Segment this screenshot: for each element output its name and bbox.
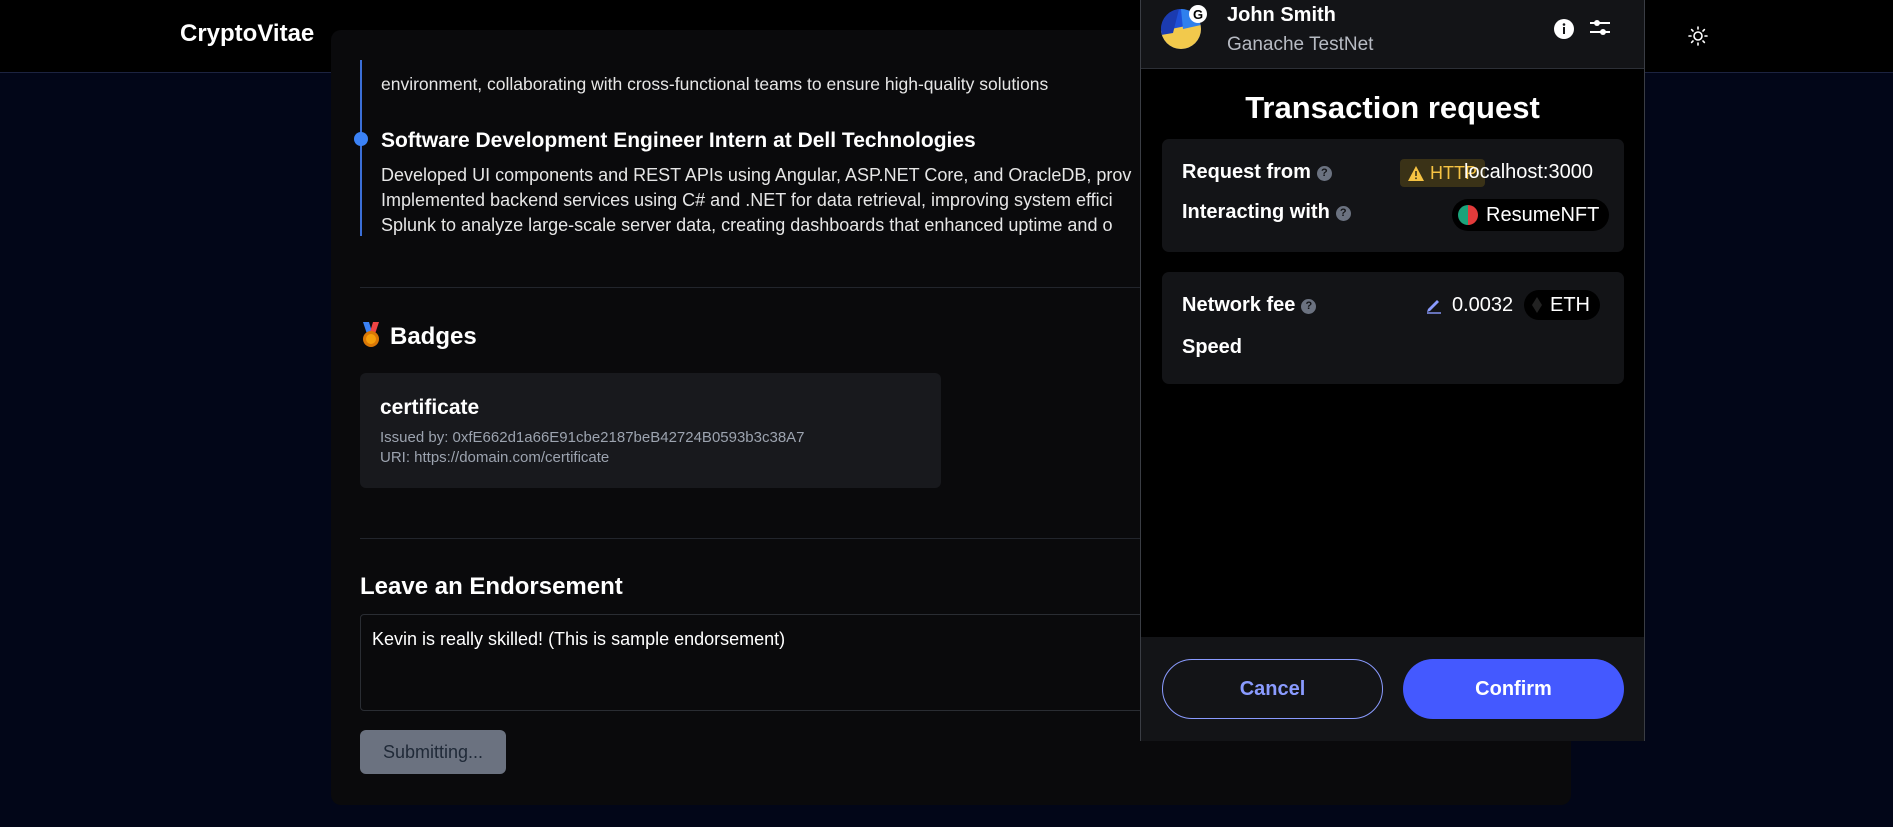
network-fee-amount: 0.0032 [1452,294,1514,316]
interacting-with-row: Interacting with? [1182,201,1351,224]
badge-card: certificate Issued by: 0xfE662d1a66E91cb… [360,373,941,488]
request-origin: localhost:3000 [1464,161,1593,183]
request-details-panel: Request from? HTTP localhost:3000 Intera… [1162,139,1624,252]
theme-toggle-button[interactable] [1686,24,1710,48]
network-fee-row: Network fee? [1182,294,1317,317]
fee-panel: Network fee? 0.0032 ETH Speed [1162,272,1624,384]
contract-name: ResumeNFT [1486,203,1600,226]
job-title: Software Development Engineer Intern at … [381,129,976,152]
network-name[interactable]: Ganache TestNet [1227,34,1373,56]
edit-pencil-icon[interactable] [1425,296,1443,314]
submit-endorsement-button[interactable]: Submitting... [360,730,506,774]
wallet-footer: Cancel Confirm [1141,637,1644,741]
contract-avatar-icon [1458,205,1478,225]
question-icon[interactable]: ? [1301,299,1317,314]
experience-prev-description: environment, collaborating with cross-fu… [381,74,1049,94]
medal-icon [363,322,379,347]
warning-icon [1408,165,1424,181]
brand-logo-text[interactable]: CryptoVitae [180,20,314,48]
wallet-popup: G John Smith Ganache TestNet Transaction… [1140,0,1645,741]
info-icon[interactable] [1553,18,1575,40]
endorsement-textarea[interactable]: Kevin is really skilled! (This is sample… [360,614,1150,711]
endorsement-heading: Leave an Endorsement [360,573,623,600]
timeline-dot [354,132,368,146]
confirm-button[interactable]: Confirm [1403,659,1624,719]
job-description: Developed UI components and REST APIs us… [381,163,1141,238]
transaction-title: Transaction request [1245,90,1540,125]
badge-name: certificate [380,396,480,419]
currency-label: ETH [1550,293,1590,316]
settings-sliders-icon[interactable] [1588,16,1612,40]
network-badge: G [1189,5,1207,23]
ethereum-icon [1532,297,1542,313]
currency-pill: ETH [1524,290,1600,320]
request-from-label: Request from [1182,161,1311,183]
section-divider [360,538,1140,539]
job-description-line: Splunk to analyze large-scale server dat… [381,215,1113,235]
sun-icon [1688,26,1708,46]
job-description-line: Developed UI components and REST APIs us… [381,165,1132,185]
badges-title: Badges [390,323,477,350]
badge-uri: URI: https://domain.com/certificate [380,449,610,466]
contract-pill[interactable]: ResumeNFT [1452,199,1610,231]
question-icon[interactable]: ? [1316,166,1332,181]
wallet-header: G John Smith Ganache TestNet [1141,0,1644,69]
account-name[interactable]: John Smith [1227,4,1336,27]
badge-issuer: Issued by: 0xfE662d1a66E91cbe2187beB4272… [380,429,805,446]
request-from-row: Request from? [1182,161,1332,184]
interacting-with-label: Interacting with [1182,201,1330,223]
badges-heading: Badges [360,322,477,351]
section-divider [360,287,1140,288]
speed-label: Speed [1182,336,1243,358]
job-description-line: Implemented backend services using C# an… [381,190,1113,210]
network-fee-label: Network fee [1182,294,1296,316]
cancel-button[interactable]: Cancel [1162,659,1383,719]
question-icon[interactable]: ? [1335,206,1351,221]
timeline-line [360,60,362,236]
